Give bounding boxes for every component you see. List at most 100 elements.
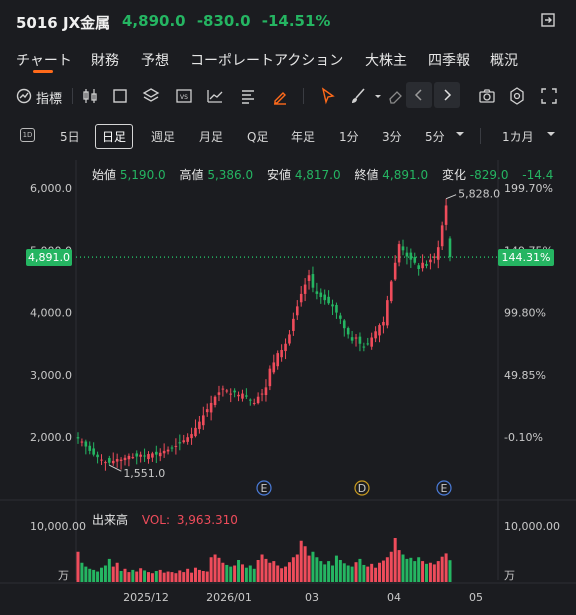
candle-body bbox=[382, 321, 385, 326]
x-tick: 04 bbox=[387, 591, 401, 604]
period-1min[interactable]: 1分 bbox=[339, 128, 359, 145]
period-1d-icon[interactable]: 1D bbox=[20, 128, 35, 142]
active-tab-indicator bbox=[33, 70, 53, 73]
exit-icon[interactable] bbox=[540, 12, 556, 28]
square-icon[interactable] bbox=[110, 86, 130, 106]
candle-body bbox=[295, 306, 299, 316]
header: 5016 JX金属 4,890.0 -830.0 -14.51% bbox=[0, 0, 576, 44]
eraser-icon[interactable] bbox=[386, 86, 406, 106]
tab-chart[interactable]: チャート bbox=[16, 50, 72, 70]
indicator-icon[interactable] bbox=[14, 86, 34, 106]
volume-bar bbox=[162, 572, 166, 582]
tab-financials[interactable]: 財務 bbox=[91, 50, 119, 70]
candle-body bbox=[76, 437, 80, 439]
candle-body bbox=[115, 459, 119, 462]
candle-body bbox=[182, 440, 186, 443]
candle-body bbox=[229, 393, 233, 395]
candle-body bbox=[248, 399, 252, 401]
candle-body bbox=[100, 459, 103, 461]
volume-bar bbox=[178, 570, 182, 582]
candle-body bbox=[178, 442, 182, 444]
period-quarterly[interactable]: Q足 bbox=[247, 128, 268, 145]
volume-bar bbox=[374, 567, 378, 582]
chevron-down-icon[interactable] bbox=[450, 124, 464, 144]
volume-bar bbox=[432, 564, 436, 582]
tab-corporate-action[interactable]: コーポレートアクション bbox=[190, 50, 343, 70]
period-1month[interactable]: 1カ月 bbox=[502, 128, 534, 145]
candle-body bbox=[303, 284, 307, 294]
candlestick-icon[interactable] bbox=[80, 86, 100, 106]
high-annotation: 5,828.0 bbox=[458, 188, 500, 201]
volume-axis-label-right: 10,000.00 bbox=[504, 520, 560, 533]
candle-body bbox=[374, 331, 377, 339]
tab-overview[interactable]: 概況 bbox=[490, 50, 518, 70]
candle-body bbox=[323, 294, 326, 301]
tab-shikiho[interactable]: 四季報 bbox=[428, 50, 470, 70]
x-tick: 2025/12 bbox=[123, 591, 169, 604]
brush-icon[interactable] bbox=[348, 86, 368, 106]
candle-body bbox=[194, 427, 197, 437]
tab-forecast[interactable]: 予想 bbox=[141, 50, 169, 70]
settings-icon[interactable] bbox=[507, 86, 527, 106]
chevron-down-icon[interactable] bbox=[368, 86, 381, 106]
chart-compare-icon[interactable] bbox=[205, 86, 225, 106]
period-3min[interactable]: 3分 bbox=[382, 128, 402, 145]
tab-major-shareholders[interactable]: 大株主 bbox=[365, 50, 407, 70]
candle-body bbox=[213, 396, 217, 405]
candle-body bbox=[131, 457, 135, 459]
period-5min[interactable]: 5分 bbox=[425, 128, 445, 145]
period-weekly[interactable]: 週足 bbox=[151, 128, 175, 145]
volume-bar bbox=[327, 561, 331, 582]
vs-icon[interactable]: VS bbox=[174, 86, 194, 106]
volume-bar bbox=[299, 540, 303, 582]
cursor-icon[interactable] bbox=[318, 86, 338, 106]
candle-body bbox=[342, 320, 346, 329]
volume-bar bbox=[389, 551, 393, 582]
volume-bar bbox=[240, 564, 244, 582]
volume-unit-left: 万 bbox=[58, 569, 69, 582]
candle-body bbox=[268, 368, 272, 387]
text-align-icon[interactable] bbox=[238, 86, 258, 106]
candle-body bbox=[358, 336, 362, 344]
low-annotation: 1,551.0 bbox=[123, 467, 165, 480]
chevron-down-icon[interactable] bbox=[541, 124, 555, 144]
camera-icon[interactable] bbox=[477, 86, 497, 106]
arrow-left-icon[interactable] bbox=[406, 82, 432, 108]
volume-bar bbox=[448, 560, 452, 582]
highlighter-icon[interactable] bbox=[270, 86, 290, 106]
candle-body bbox=[280, 349, 283, 358]
period-yearly[interactable]: 年足 bbox=[291, 128, 315, 145]
volume-bar bbox=[186, 568, 190, 582]
x-tick: 2026/01 bbox=[206, 591, 252, 604]
layers-icon[interactable] bbox=[141, 86, 161, 106]
volume-bar bbox=[338, 560, 342, 582]
volume-bar bbox=[366, 566, 370, 582]
fullscreen-icon[interactable] bbox=[539, 86, 559, 106]
last-price-badge: 4,891.0 bbox=[26, 249, 72, 266]
candle-body bbox=[276, 353, 280, 367]
volume-bar bbox=[346, 565, 350, 582]
ohlc-legend: 始値 5,190.0 高値 5,386.0 安値 4,817.0 終値 4,89… bbox=[92, 166, 563, 183]
chart-area[interactable]: 6,000.05,000.04,000.03,000.02,000.0199.7… bbox=[0, 155, 576, 615]
event-marker-label: D bbox=[358, 482, 366, 495]
volume-bar bbox=[131, 569, 135, 582]
period-daily[interactable]: 日足 bbox=[95, 124, 134, 149]
indicator-button[interactable]: 指標 bbox=[36, 88, 62, 107]
volume-bar bbox=[213, 554, 217, 582]
period-monthly[interactable]: 月足 bbox=[199, 128, 223, 145]
candlestick-chart[interactable]: 6,000.05,000.04,000.03,000.02,000.0199.7… bbox=[0, 155, 576, 615]
stock-name: JX金属 bbox=[62, 14, 111, 32]
volume-bar bbox=[334, 555, 338, 582]
volume-bar bbox=[425, 563, 429, 582]
volume-bar bbox=[166, 571, 170, 582]
candle-body bbox=[252, 402, 256, 404]
change-label: 変化 bbox=[441, 168, 466, 182]
volume-bar bbox=[256, 560, 260, 582]
volume-bar bbox=[233, 565, 237, 582]
volume-bar bbox=[252, 568, 256, 582]
y-tick-left: 6,000.0 bbox=[30, 182, 72, 195]
volume-bar bbox=[295, 554, 299, 582]
period-5d[interactable]: 5日 bbox=[60, 128, 80, 145]
candle-body bbox=[111, 460, 115, 464]
arrow-right-icon[interactable] bbox=[434, 82, 460, 108]
